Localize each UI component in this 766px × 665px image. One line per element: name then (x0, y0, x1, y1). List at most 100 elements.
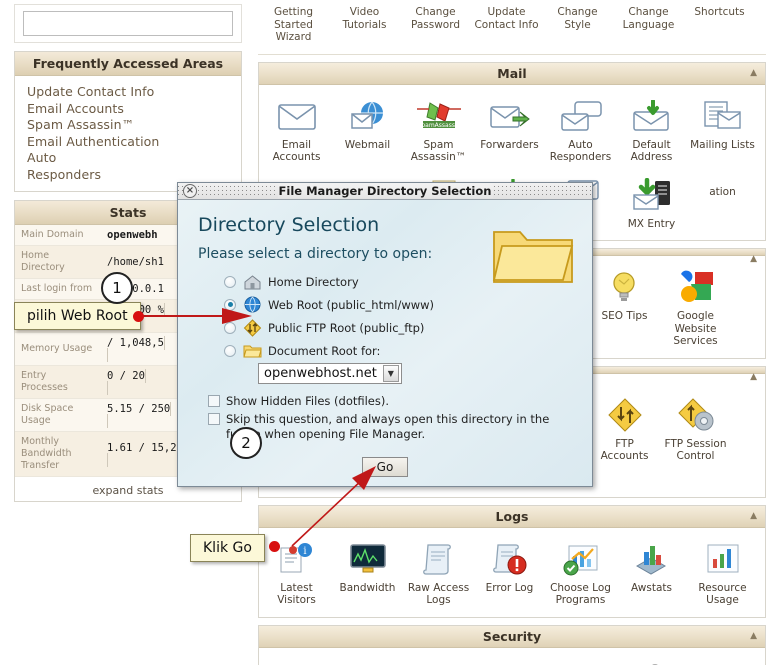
stat-value-text: 5.15 / 250 (107, 403, 171, 415)
radio-document-root[interactable] (224, 345, 236, 357)
tile-label: Forwarders (480, 138, 539, 151)
tile-ip-deny-manager[interactable] (332, 654, 403, 665)
radio-web-root[interactable] (224, 298, 236, 311)
tile-error-log[interactable]: Error Log (474, 534, 545, 613)
tile-hotlink-protection[interactable] (545, 654, 616, 665)
cpanel-screen: Frequently Accessed Areas Update Contact… (0, 0, 766, 665)
faa-link-2[interactable]: Spam Assassin™ (27, 117, 134, 132)
tile-label: Default Address (630, 138, 673, 164)
chevron-down-icon[interactable]: ▼ (382, 365, 399, 382)
tile-seo-tips[interactable]: SEO Tips (589, 262, 660, 354)
option-label: Web Root (public_html/www) (268, 297, 435, 312)
shortcut-change-style[interactable]: Change Style (542, 2, 613, 50)
faa-link-5[interactable]: Responders (27, 167, 101, 182)
shortcut-label: Change Language (622, 6, 675, 31)
tile-ssl-tls[interactable] (403, 654, 474, 665)
section-title: Security (482, 628, 542, 644)
search-input[interactable] (23, 11, 233, 36)
tile-auto-responders[interactable]: Auto Responders (545, 91, 616, 170)
option-web-root[interactable]: Web Root (public_html/www) (224, 296, 574, 313)
tile-label: SEO Tips (601, 310, 648, 322)
tile-choose-log-programs[interactable]: Choose Log Programs (545, 534, 616, 613)
option-public-ftp-root[interactable]: Public FTP Root (public_ftp) (224, 319, 574, 337)
checkbox-skip-question[interactable] (208, 413, 220, 425)
section-security: Security ▲ (258, 624, 766, 665)
list-item[interactable]: Email Authentication (27, 134, 233, 151)
tile-label: MX Entry (627, 217, 676, 230)
shortcut-label: Change Password (410, 6, 461, 31)
tile-awstats[interactable]: Awstats (616, 534, 687, 613)
list-item[interactable]: Email Accounts (27, 101, 233, 118)
chevron-up-icon[interactable]: ▲ (750, 254, 757, 264)
tile-leech-protect[interactable] (616, 654, 687, 665)
checkbox-show-hidden-files[interactable] (208, 395, 220, 407)
list-item[interactable]: Responders (27, 167, 233, 184)
document-root-select[interactable]: openwebhost.net ▼ (258, 363, 402, 384)
tile-label: Raw Access Logs (407, 581, 470, 607)
chevron-up-icon[interactable]: ▲ (750, 372, 757, 382)
tile-default-address[interactable]: Default Address (616, 91, 687, 170)
checkbox-skip-question-row[interactable]: Skip this question, and always open this… (208, 412, 574, 442)
go-button[interactable]: Go (361, 457, 409, 477)
bandwidth-icon (333, 538, 402, 580)
section-logs-header[interactable]: Logs ▲ (259, 505, 765, 528)
tile-password-protect-directories[interactable] (261, 654, 332, 665)
section-mail-header[interactable]: Mail ▲ (259, 62, 765, 85)
option-document-root[interactable]: Document Root for: (224, 343, 574, 359)
tile-raw-access-logs[interactable]: Raw Access Logs (403, 534, 474, 613)
search-box (14, 4, 242, 43)
tile-label: Choose Log Programs (550, 581, 611, 607)
tile-forwarders[interactable]: Forwarders (474, 91, 545, 170)
shortcut-video-tutorials[interactable]: Video Tutorials (329, 2, 400, 50)
mailing-lists-icon (688, 95, 757, 137)
faa-link-0[interactable]: Update Contact Info (27, 84, 154, 99)
tile-label: Awstats (631, 581, 672, 594)
shortcut-change-language[interactable]: Change Language (613, 2, 684, 50)
tile-resource-usage[interactable]: Resource Usage (687, 534, 758, 613)
list-item[interactable]: Spam Assassin™ (27, 117, 233, 134)
tile-label: Auto Responders (549, 138, 612, 164)
tile-mailing-lists[interactable]: Mailing Lists (687, 91, 758, 170)
faa-link-4[interactable]: Auto (27, 150, 56, 165)
dialog-titlebar[interactable]: × File Manager Directory Selection (178, 183, 592, 200)
mx-entry-icon (617, 174, 686, 216)
tile-label: Email Accounts (272, 138, 321, 164)
tile-webmail[interactable]: Webmail (332, 91, 403, 170)
close-icon[interactable]: × (183, 184, 197, 198)
tile-bandwidth[interactable]: Bandwidth (332, 534, 403, 613)
option-label: Document Root for: (268, 344, 381, 358)
tile-email-accounts[interactable]: Email Accounts (261, 91, 332, 170)
section-security-header[interactable]: Security ▲ (259, 625, 765, 648)
radio-public-ftp-root[interactable] (224, 322, 236, 334)
tile-label: ation (709, 185, 736, 198)
ftp-icon (243, 319, 263, 337)
list-item[interactable]: Auto (27, 150, 233, 167)
tile-label: Mailing Lists (690, 138, 755, 151)
tile-ftp-accounts[interactable]: FTP Accounts (589, 390, 660, 469)
logs-icon-grid: i Latest Visitors Bandwidth Raw Access L… (259, 528, 765, 617)
shortcut-getting-started-wizard[interactable]: Getting Started Wizard (258, 2, 329, 50)
chevron-up-icon[interactable]: ▲ (750, 68, 757, 78)
faa-link-3[interactable]: Email Authentication (27, 134, 159, 149)
tile-spam-assassin[interactable]: SpamAssassin Spam Assassin™ (403, 91, 474, 170)
chevron-up-icon[interactable]: ▲ (750, 511, 757, 521)
tile-mx-entry[interactable]: MX Entry (616, 170, 687, 237)
shortcut-change-password[interactable]: Change Password (400, 2, 471, 50)
tile-google-website-services[interactable]: Google Website Services (660, 262, 731, 354)
shortcut-shortcuts[interactable]: Shortcuts (684, 2, 755, 50)
annotation-number-2: 2 (230, 427, 262, 459)
list-item[interactable]: Update Contact Info (27, 84, 233, 101)
radio-home-directory[interactable] (224, 276, 236, 288)
tile-ssh-shell-access[interactable] (474, 654, 545, 665)
shortcut-update-contact-info[interactable]: Update Contact Info (471, 2, 542, 50)
callout-pilih-web-root: pilih Web Root (14, 302, 141, 330)
tile-label: Latest Visitors (277, 581, 316, 607)
tile-label: Webmail (344, 138, 391, 151)
checkbox-show-hidden-files-row[interactable]: Show Hidden Files (dotfiles). (208, 394, 574, 409)
faa-link-1[interactable]: Email Accounts (27, 101, 124, 116)
tile-authentication[interactable]: ation (687, 170, 758, 237)
stats-title-label: Stats (109, 205, 147, 220)
chevron-up-icon[interactable]: ▲ (750, 631, 757, 641)
tile-ftp-session-control[interactable]: FTP Session Control (660, 390, 731, 469)
annotation-dot-1 (133, 311, 144, 322)
